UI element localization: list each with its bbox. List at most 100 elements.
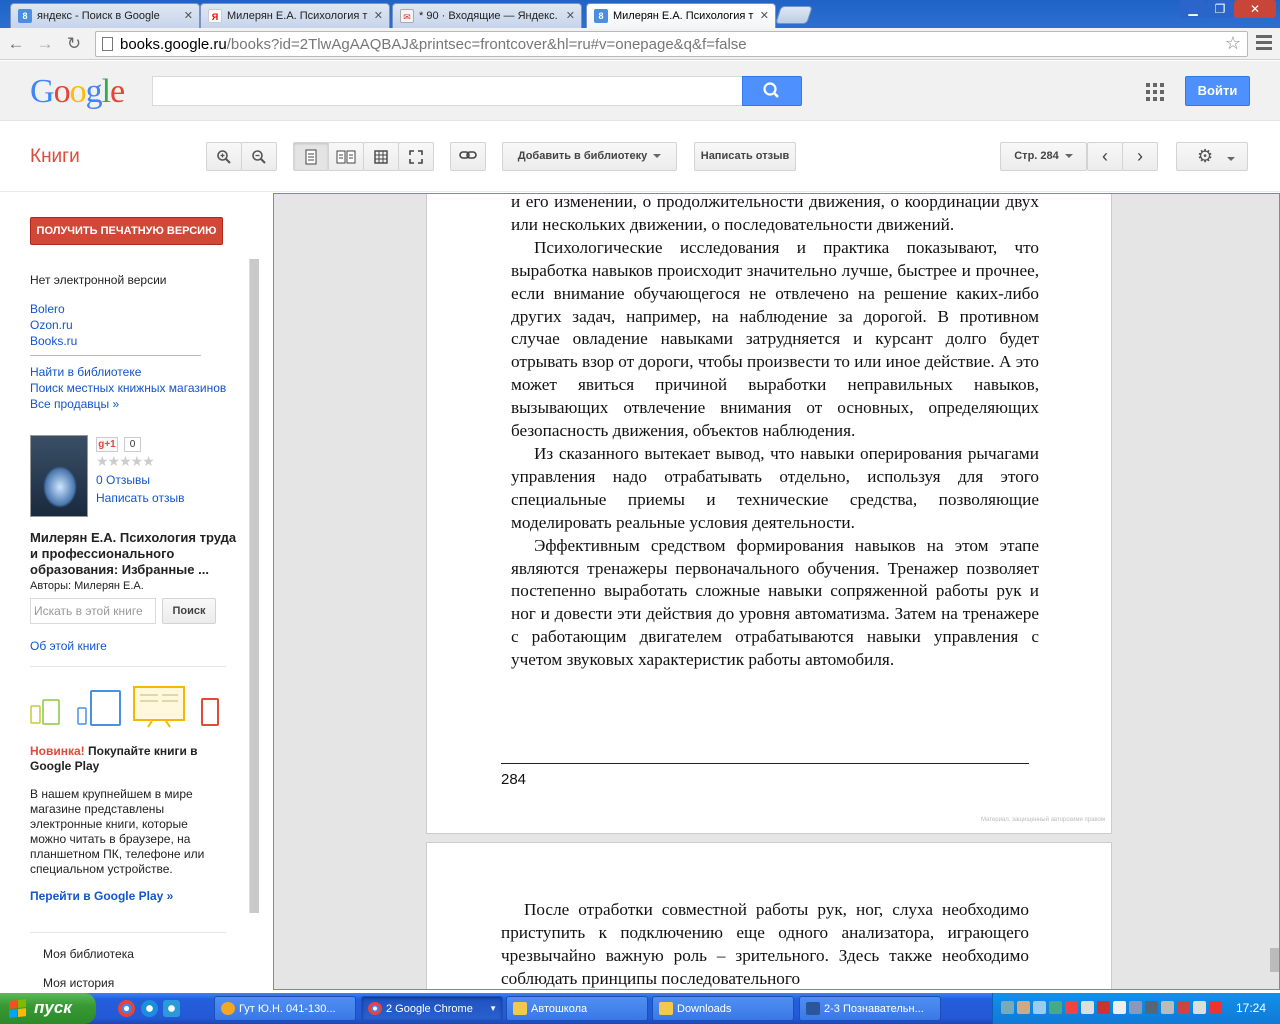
tray-icon[interactable] <box>1065 1001 1078 1014</box>
write-review-link[interactable]: Написать отзыв <box>96 491 184 505</box>
close-tab-icon[interactable]: ✕ <box>184 9 193 22</box>
browser-tab-4-active[interactable]: 8 Милерян Е.А. Психология т ✕ <box>586 3 776 28</box>
taskbar-item-downloads[interactable]: Downloads <box>652 996 794 1021</box>
taskbar-item-gut[interactable]: Гут Ю.Н. 041-130... <box>214 996 356 1021</box>
close-tab-icon[interactable]: ✕ <box>566 9 575 22</box>
tray-volume-icon[interactable] <box>1193 1001 1206 1014</box>
seller-link-ozon[interactable]: Ozon.ru <box>30 318 73 332</box>
taskbar-item-word[interactable]: 2-3 Познавательн... <box>799 996 941 1021</box>
google-logo[interactable]: Google <box>30 73 125 111</box>
google-play-link[interactable]: Перейти в Google Play » <box>30 889 173 903</box>
taskbar-item-chrome[interactable]: 2 Google Chrome ▼ <box>361 996 503 1021</box>
chrome-quicklaunch-icon[interactable] <box>118 1000 135 1017</box>
page-icon <box>102 37 113 51</box>
tray-icon[interactable] <box>1097 1001 1110 1014</box>
tray-icon[interactable] <box>1145 1001 1158 1014</box>
seller-link-bolero[interactable]: Bolero <box>30 302 65 316</box>
thumbnail-view-button[interactable] <box>363 142 399 171</box>
tray-icon[interactable] <box>1113 1001 1126 1014</box>
sidebar-scrollbar-thumb[interactable] <box>250 259 259 913</box>
my-history-link[interactable]: Моя история <box>43 976 114 990</box>
apps-grid-icon[interactable] <box>1146 83 1164 101</box>
new-tab-button[interactable] <box>775 6 813 24</box>
book-cover-image[interactable] <box>30 435 88 517</box>
write-review-button[interactable]: Написать отзыв <box>694 142 796 171</box>
search-in-book-input[interactable]: Искать в этой книге <box>30 598 156 624</box>
start-button[interactable]: пуск <box>0 993 96 1024</box>
zoom-in-icon <box>217 150 231 164</box>
book-viewer[interactable]: и его изменении, о продолжительности дви… <box>273 193 1280 990</box>
tray-icon[interactable] <box>1033 1001 1046 1014</box>
link-button[interactable] <box>450 142 486 171</box>
page-text: и его изменении, о продолжительности дви… <box>511 193 1039 672</box>
tray-icon[interactable] <box>1161 1001 1174 1014</box>
single-page-view-button[interactable] <box>293 142 329 171</box>
my-library-link[interactable]: Моя библиотека <box>43 947 134 961</box>
chevron-down-icon <box>1227 157 1236 162</box>
forward-arrow-icon[interactable]: → <box>33 33 57 55</box>
browser-tab-1[interactable]: 8 яндекс - Поиск в Google ✕ <box>10 3 200 28</box>
login-button[interactable]: Войти <box>1185 76 1250 106</box>
quicklaunch-icon[interactable] <box>163 1000 180 1017</box>
divider <box>30 355 201 356</box>
about-book-link[interactable]: Об этой книге <box>30 639 107 653</box>
ie-quicklaunch-icon[interactable] <box>141 1000 158 1017</box>
gplus-count: 0 <box>124 437 141 452</box>
two-page-view-button[interactable] <box>328 142 364 171</box>
page-select-button[interactable]: Стр. 284 <box>1000 142 1087 171</box>
zoom-out-button[interactable] <box>241 142 277 171</box>
fullscreen-button[interactable] <box>398 142 434 171</box>
settings-button[interactable]: ⚙ <box>1176 142 1248 171</box>
tray-icon[interactable] <box>1129 1001 1142 1014</box>
find-in-library-link[interactable]: Найти в библиотеке <box>30 365 141 379</box>
gplus-one-button[interactable]: g+1 <box>96 437 118 452</box>
book-paragraph: и его изменении, о продолжительности дви… <box>511 193 1039 234</box>
tab-title: яндекс - Поиск в Google <box>37 10 160 22</box>
tab-title: Милерян Е.А. Психология т <box>613 10 754 22</box>
tray-network-icon[interactable] <box>1001 1001 1014 1014</box>
google-search-input[interactable] <box>152 76 743 106</box>
close-window-button[interactable]: ✕ <box>1234 0 1276 18</box>
smiley-icon <box>221 1002 235 1015</box>
search-in-book-button[interactable]: Поиск <box>162 598 216 624</box>
next-page-button[interactable]: › <box>1122 142 1158 171</box>
tray-icon[interactable] <box>1049 1001 1062 1014</box>
reviews-link[interactable]: 0 Отзывы <box>96 473 150 487</box>
promo-new-label: Новинка! <box>30 744 85 758</box>
tray-icon[interactable] <box>1081 1001 1094 1014</box>
local-bookstores-link[interactable]: Поиск местных книжных магазинов <box>30 381 226 395</box>
no-ebook-text: Нет электронной версии <box>30 273 167 287</box>
address-bar[interactable]: books.google.ru/books?id=2TlwAgAAQBAJ&pr… <box>95 31 1248 57</box>
minimize-window-button[interactable]: ▁ <box>1180 0 1206 18</box>
restore-window-button[interactable]: ❐ <box>1207 0 1233 18</box>
browser-tab-3[interactable]: ✉ * 90 · Входящие — Яндекс. ✕ <box>392 3 582 28</box>
url-host: books.google.ru <box>120 36 227 53</box>
tray-icon[interactable] <box>1177 1001 1190 1014</box>
viewer-scrollbar-thumb[interactable] <box>1270 948 1279 972</box>
page-footer-rule <box>501 763 1029 764</box>
google-header: Google Войти <box>0 61 1280 121</box>
bookmark-star-icon[interactable]: ☆ <box>1225 33 1241 54</box>
taskbar-item-autoschool[interactable]: Автошкола <box>506 996 648 1021</box>
previous-page-button[interactable]: ‹ <box>1087 142 1123 171</box>
close-tab-icon[interactable]: ✕ <box>760 9 769 22</box>
get-print-version-button[interactable]: ПОЛУЧИТЬ ПЕЧАТНУЮ ВЕРСИЮ <box>30 217 223 245</box>
sidebar-scrollbar[interactable] <box>249 259 259 913</box>
browser-tab-strip: 8 яндекс - Поиск в Google ✕ Я Милерян Е.… <box>0 0 1280 28</box>
tray-icon[interactable] <box>1209 1001 1222 1014</box>
zoom-in-button[interactable] <box>206 142 242 171</box>
tray-icon[interactable] <box>1017 1001 1030 1014</box>
reload-icon[interactable]: ↻ <box>62 33 86 55</box>
all-sellers-link[interactable]: Все продавцы » <box>30 397 119 411</box>
divider <box>30 666 226 667</box>
seller-link-books[interactable]: Books.ru <box>30 334 77 348</box>
back-arrow-icon[interactable]: ← <box>4 33 28 55</box>
chrome-icon <box>368 1002 382 1015</box>
chrome-menu-icon[interactable] <box>1256 35 1272 53</box>
add-to-library-button[interactable]: Добавить в библиотеку <box>502 142 677 171</box>
google-search-button[interactable] <box>742 76 802 106</box>
close-tab-icon[interactable]: ✕ <box>374 9 383 22</box>
browser-tab-2[interactable]: Я Милерян Е.А. Психология т ✕ <box>200 3 390 28</box>
promo-description: В нашем крупнейшем в мире магазине предс… <box>30 787 205 876</box>
books-title[interactable]: Книги <box>30 146 80 168</box>
